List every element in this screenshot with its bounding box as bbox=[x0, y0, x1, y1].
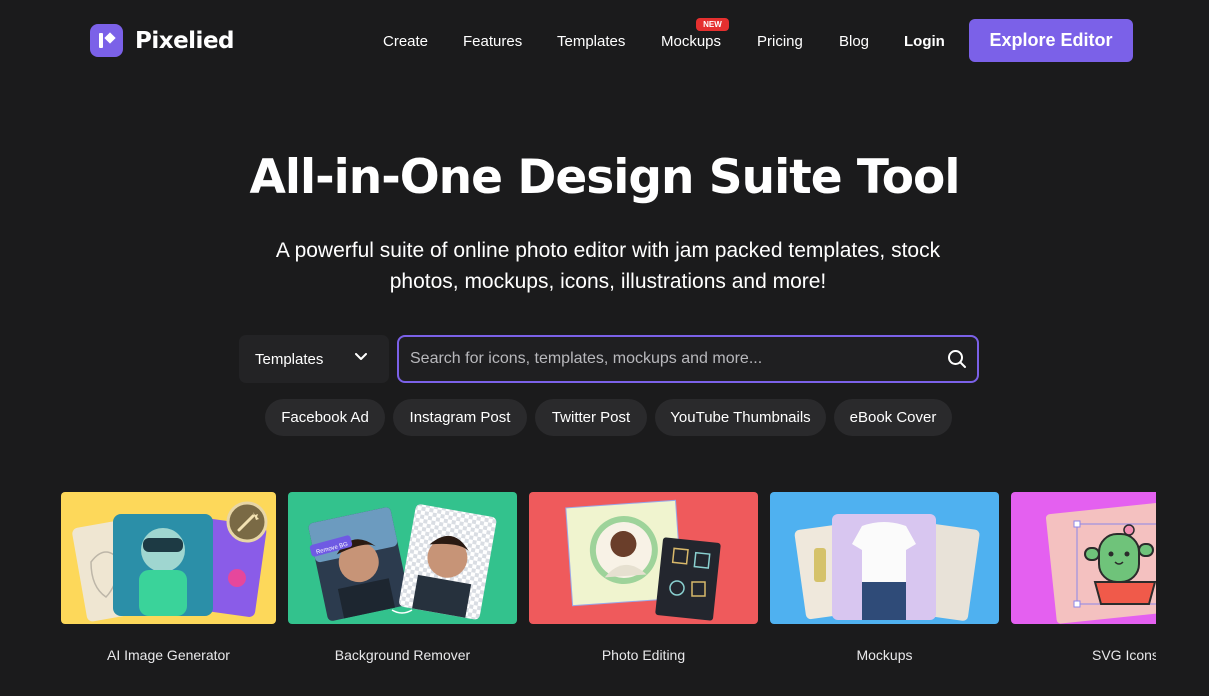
hero-title: All-in-One Design Suite Tool bbox=[249, 150, 961, 205]
new-badge: NEW bbox=[696, 18, 729, 31]
nav-link-login[interactable]: Login bbox=[904, 33, 945, 50]
chip-instagram-post[interactable]: Instagram Post bbox=[393, 399, 527, 436]
brand-name: Pixelied bbox=[135, 27, 235, 54]
card-label-photo-editing: Photo Editing bbox=[601, 647, 686, 663]
card-label-svg-icons: SVG Icons bbox=[1092, 647, 1156, 663]
card-mockups[interactable] bbox=[770, 492, 999, 624]
card-background-remover[interactable]: Remove BG bbox=[288, 492, 517, 624]
nav-link-blog[interactable]: Blog bbox=[839, 33, 869, 50]
card-label-ai-image-generator: AI Image Generator bbox=[107, 647, 230, 663]
nav-link-features[interactable]: Features bbox=[463, 33, 522, 50]
nav-link-mockups[interactable]: Mockups bbox=[661, 33, 721, 50]
nav-link-create[interactable]: Create bbox=[383, 33, 428, 50]
search-box bbox=[397, 335, 979, 383]
chip-twitter-post[interactable]: Twitter Post bbox=[535, 399, 647, 436]
logo-icon bbox=[90, 24, 123, 57]
nav-link-templates[interactable]: Templates bbox=[557, 33, 625, 50]
card-label-background-remover: Background Remover bbox=[334, 647, 471, 663]
hero-subtitle: A powerful suite of online photo editor … bbox=[275, 239, 941, 293]
search-input[interactable] bbox=[410, 337, 930, 381]
background-remover-illustration: Remove BG bbox=[308, 504, 497, 621]
chip-facebook-ad[interactable]: Facebook Ad bbox=[265, 399, 385, 436]
card-label-mockups: Mockups bbox=[856, 647, 913, 663]
chip-ebook-cover[interactable]: eBook Cover bbox=[834, 399, 952, 436]
nav-link-pricing[interactable]: Pricing bbox=[757, 33, 803, 50]
search-type-dropdown[interactable]: Templates bbox=[239, 335, 389, 383]
chip-youtube-thumbnails[interactable]: YouTube Thumbnails bbox=[655, 399, 826, 436]
photo-editing-illustration bbox=[565, 499, 721, 621]
brand-logo[interactable]: Pixelied bbox=[90, 24, 235, 57]
chevron-down-icon bbox=[355, 353, 367, 360]
explore-editor-button[interactable]: Explore Editor bbox=[969, 19, 1133, 62]
search-icon[interactable] bbox=[947, 349, 967, 369]
ai-generator-illustration bbox=[72, 501, 268, 622]
card-svg-icons[interactable] bbox=[1011, 492, 1156, 624]
mockups-illustration bbox=[794, 514, 980, 621]
top-navbar: Pixelied Create Features Templates Mocku… bbox=[0, 0, 1209, 84]
search-type-value: Templates bbox=[255, 350, 324, 368]
card-ai-image-generator[interactable] bbox=[61, 492, 276, 624]
card-photo-editing[interactable] bbox=[529, 492, 758, 624]
svg-icons-illustration bbox=[1045, 502, 1156, 624]
